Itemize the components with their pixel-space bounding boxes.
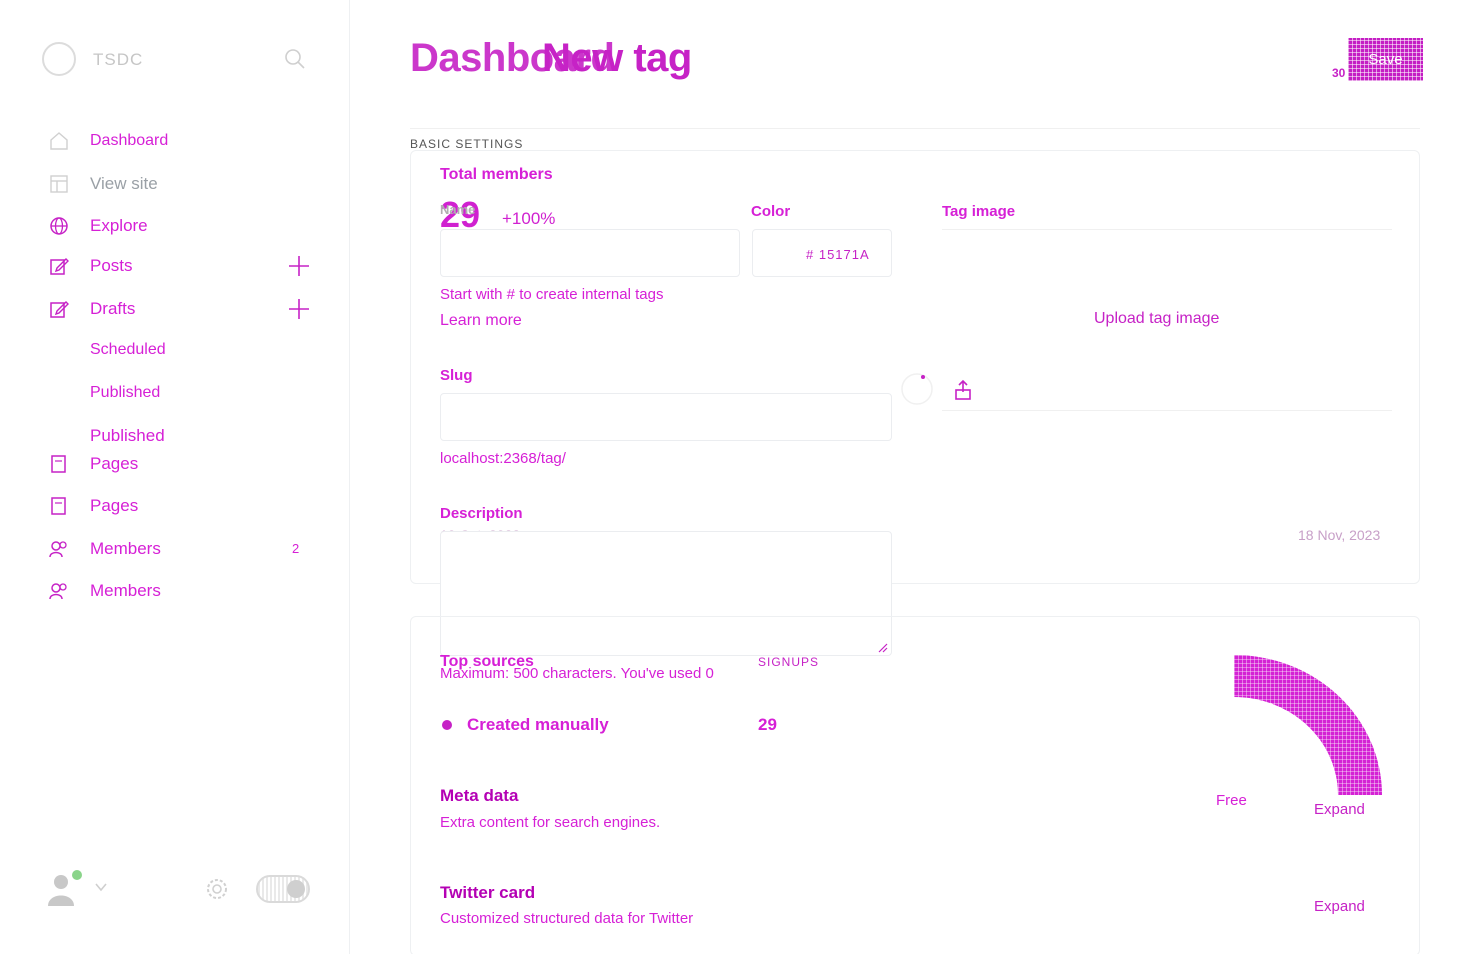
learn-more-link[interactable]: Learn more bbox=[440, 312, 522, 330]
legend-dot bbox=[442, 720, 452, 730]
divider bbox=[942, 410, 1392, 411]
color-picker-circle-icon[interactable] bbox=[900, 372, 934, 406]
app-window: TSDC Dashboard View site Explore Posts D… bbox=[0, 0, 1483, 954]
upload-tag-image-button[interactable]: Upload tag image bbox=[1094, 310, 1219, 328]
nav-explore[interactable]: Explore bbox=[48, 213, 148, 239]
nav-label: Posts bbox=[90, 256, 133, 275]
nav-label: View site bbox=[90, 174, 158, 193]
presence-indicator bbox=[72, 870, 82, 880]
nav-label: Pages bbox=[90, 496, 139, 515]
signups-label: SIGNUPS bbox=[758, 655, 820, 669]
nav-label: Dashboard bbox=[90, 132, 169, 149]
meta-data-description: Extra content for search engines. bbox=[440, 814, 661, 831]
meta-data-title: Meta data bbox=[440, 786, 519, 805]
twitter-card-description: Customized structured data for Twitter bbox=[440, 910, 694, 927]
name-hint: Start with # to create internal tags bbox=[440, 286, 664, 303]
nav-drafts[interactable]: Drafts bbox=[48, 296, 135, 322]
member-count-badge: 2 bbox=[292, 541, 300, 556]
date-end: 18 Nov, 2023 bbox=[1298, 527, 1381, 543]
nav-dashboard[interactable]: Dashboard bbox=[48, 128, 168, 154]
total-members-label: Total members bbox=[440, 166, 553, 183]
globe-icon bbox=[50, 217, 68, 235]
edit-icon bbox=[50, 258, 69, 275]
nav-posts[interactable]: Posts bbox=[48, 253, 133, 279]
avatar-icon[interactable] bbox=[46, 872, 76, 908]
home-icon bbox=[50, 132, 68, 150]
plus-icon[interactable] bbox=[288, 255, 310, 277]
pages-icon bbox=[51, 455, 66, 473]
donut-segment-free bbox=[1234, 655, 1382, 795]
twitter-card-expand-button[interactable]: Expand bbox=[1314, 898, 1365, 915]
site-name: TSDC bbox=[93, 50, 144, 69]
name-input[interactable] bbox=[440, 229, 740, 277]
nav-label: Members bbox=[90, 581, 161, 600]
nav-label: Members bbox=[90, 539, 161, 558]
color-value: # 15171A bbox=[806, 247, 870, 262]
nav-published-2[interactable]: Published bbox=[90, 426, 165, 446]
tag-image-label: Tag image bbox=[942, 203, 1016, 220]
page-title-front: New tag bbox=[542, 36, 692, 80]
edit-icon bbox=[50, 301, 69, 318]
nav-members[interactable]: Members bbox=[48, 578, 161, 604]
plus-icon[interactable] bbox=[288, 298, 310, 320]
save-button[interactable]: Save bbox=[1348, 38, 1423, 81]
dark-mode-toggle[interactable] bbox=[256, 875, 310, 903]
twitter-card-title: Twitter card bbox=[440, 883, 536, 902]
sources-donut-chart bbox=[1234, 655, 1382, 795]
divider bbox=[410, 128, 1420, 129]
site-logo[interactable] bbox=[42, 42, 76, 76]
nav-label: Explore bbox=[90, 216, 148, 235]
chevron-down-icon[interactable] bbox=[94, 880, 108, 894]
basic-settings-card bbox=[410, 150, 1420, 584]
upload-icon bbox=[955, 379, 971, 400]
total-members-change: +100% bbox=[502, 209, 556, 228]
search-icon[interactable] bbox=[284, 48, 306, 70]
section-basic-settings: BASIC SETTINGS bbox=[410, 137, 524, 151]
slug-label: Slug bbox=[440, 367, 473, 384]
meta-data-expand-button[interactable]: Expand bbox=[1314, 801, 1365, 818]
description-hint: Maximum: 500 characters. You've used 0 bbox=[440, 665, 714, 682]
pages-icon bbox=[51, 497, 66, 515]
members-icon bbox=[49, 583, 67, 600]
source-name: Created manually bbox=[467, 715, 609, 734]
save-counter: 30 bbox=[1332, 66, 1346, 80]
nav-scheduled[interactable]: Scheduled bbox=[90, 341, 166, 359]
nav-published[interactable]: Published bbox=[90, 384, 160, 402]
nav-view-site[interactable]: View site bbox=[48, 171, 158, 197]
nav-label: Pages bbox=[90, 454, 139, 473]
nav-pages[interactable]: Pages bbox=[48, 451, 138, 477]
legend-free-label: Free bbox=[1216, 792, 1247, 809]
color-label: Color bbox=[751, 203, 791, 220]
slug-input[interactable] bbox=[440, 393, 892, 441]
divider bbox=[942, 229, 1392, 230]
slug-hint: localhost:2368/tag/ bbox=[440, 450, 566, 467]
nav-tags[interactable]: Members bbox=[48, 536, 161, 562]
nav-label: Drafts bbox=[90, 299, 136, 318]
source-value: 29 bbox=[758, 715, 777, 734]
sidebar: TSDC Dashboard View site Explore Posts D… bbox=[0, 0, 350, 954]
name-label: Name bbox=[440, 202, 476, 217]
description-label: Description bbox=[440, 505, 523, 522]
nav-pages-2[interactable]: Pages bbox=[48, 493, 138, 519]
members-icon bbox=[49, 541, 67, 558]
gear-icon[interactable] bbox=[204, 876, 230, 902]
view-site-icon bbox=[50, 175, 68, 193]
